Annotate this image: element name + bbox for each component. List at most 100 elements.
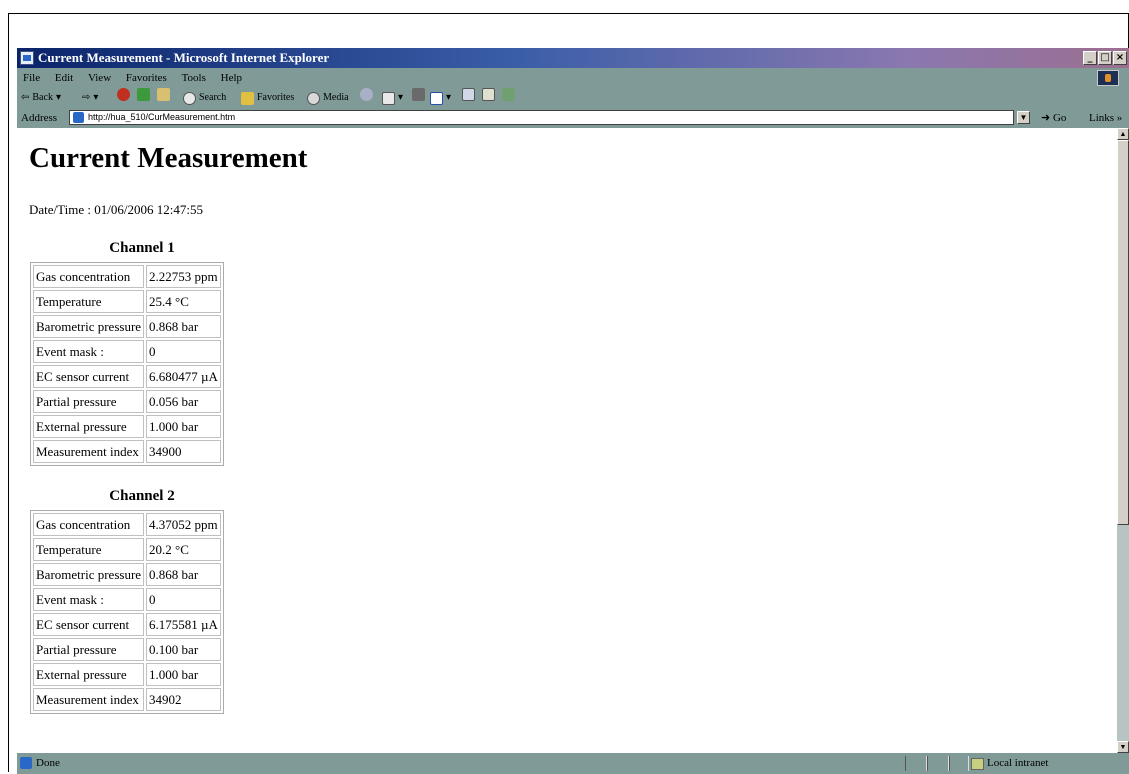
row-value: 0	[146, 588, 221, 611]
table-row: Event mask :0	[33, 340, 221, 363]
row-value: 1.000 bar	[146, 663, 221, 686]
row-value: 4.37052 ppm	[146, 513, 221, 536]
refresh-icon	[137, 88, 150, 101]
menu-help[interactable]: Help	[221, 72, 242, 84]
window-controls: _ □ ×	[1083, 51, 1127, 65]
table-row: Partial pressure 0.056 bar	[33, 390, 221, 413]
row-value: 20.2 °C	[146, 538, 221, 561]
media-button[interactable]: Media	[307, 88, 349, 108]
row-value: 25.4 °C	[146, 290, 221, 313]
row-label: Barometric pressure	[33, 315, 145, 338]
print-icon	[412, 88, 425, 101]
favorites-button[interactable]: Favorites	[241, 88, 294, 108]
stop-button[interactable]	[117, 88, 130, 101]
media-label: Media	[323, 92, 349, 103]
refresh-button[interactable]	[137, 88, 150, 101]
row-value: 34900	[146, 440, 221, 463]
channel-2-title: Channel 2	[109, 488, 175, 504]
home-icon	[157, 88, 170, 101]
discuss-icon	[462, 88, 475, 101]
messenger-icon	[502, 88, 515, 101]
edit-button[interactable]: ▾	[430, 88, 451, 108]
table-row: Event mask :0	[33, 588, 221, 611]
address-bar: Address http://hua_510/CurMeasurement.ht…	[17, 108, 1129, 128]
scroll-thumb[interactable]	[1117, 140, 1129, 525]
menu-edit[interactable]: Edit	[55, 72, 73, 84]
messenger-button[interactable]	[502, 88, 515, 101]
status-bar: Done Local intranet	[17, 753, 1129, 774]
row-value: 34902	[146, 688, 221, 711]
row-label: External pressure	[33, 415, 145, 438]
research-icon	[482, 88, 495, 101]
row-label: Partial pressure	[33, 390, 145, 413]
go-arrow-icon: ➜	[1041, 112, 1051, 124]
search-label: Search	[199, 92, 227, 103]
windows-logo-icon	[1097, 70, 1119, 86]
page-content: Current Measurement Date/Time : 01/06/20…	[17, 128, 1117, 753]
minimize-button[interactable]: _	[1083, 51, 1097, 65]
table-row: Barometric pressure 0.868 bar	[33, 315, 221, 338]
vertical-scrollbar[interactable]: ▲ ▼	[1117, 128, 1129, 753]
stop-icon	[117, 88, 130, 101]
forward-button[interactable]: ⇨ ▾	[82, 88, 98, 108]
go-label: Go	[1052, 112, 1067, 124]
row-value: 1.000 bar	[146, 415, 221, 438]
history-icon	[360, 88, 373, 101]
mail-dropdown-icon: ▾	[398, 92, 404, 103]
history-button[interactable]	[360, 88, 373, 101]
forward-dropdown-icon: ▾	[93, 92, 99, 103]
intranet-icon	[971, 757, 984, 770]
address-label: Address	[21, 112, 58, 124]
row-label: Measurement index	[33, 440, 145, 463]
row-label: Measurement index	[33, 688, 145, 711]
title-bar[interactable]: Current Measurement - Microsoft Internet…	[17, 48, 1129, 68]
row-value: 0	[146, 340, 221, 363]
status-pane	[905, 756, 927, 771]
window-title: Current Measurement - Microsoft Internet…	[38, 50, 330, 65]
maximize-button[interactable]: □	[1098, 51, 1112, 65]
discuss-button[interactable]	[462, 88, 475, 101]
row-label: Gas concentration	[33, 513, 145, 536]
table-row: Partial pressure 0.100 bar	[33, 638, 221, 661]
search-button[interactable]: Search	[183, 88, 226, 108]
mail-button[interactable]: ▾	[382, 88, 403, 108]
table-row: Measurement index 34902	[33, 688, 221, 711]
menu-view[interactable]: View	[88, 72, 111, 84]
menu-file[interactable]: File	[23, 72, 40, 84]
status-pane	[927, 756, 949, 771]
zone-label: Local intranet	[987, 757, 1049, 769]
edit-dropdown-icon: ▾	[446, 92, 452, 103]
menu-favorites[interactable]: Favorites	[126, 72, 167, 84]
links-button[interactable]: Links »	[1089, 108, 1122, 128]
table-row: Measurement index 34900	[33, 440, 221, 463]
row-label: EC sensor current	[33, 613, 145, 636]
research-button[interactable]	[482, 88, 495, 101]
mail-icon	[382, 91, 395, 105]
status-pane	[949, 756, 969, 771]
row-label: Partial pressure	[33, 638, 145, 661]
print-button[interactable]	[412, 88, 425, 101]
menu-bar: File Edit View Favorites Tools Help	[17, 68, 1129, 88]
home-button[interactable]	[157, 88, 170, 101]
channel-1-title: Channel 1	[109, 240, 175, 256]
favorites-label: Favorites	[257, 92, 295, 103]
status-text: Done	[36, 757, 60, 769]
media-icon	[307, 91, 320, 105]
address-dropdown-icon[interactable]: ▼	[1017, 111, 1030, 124]
row-label: EC sensor current	[33, 365, 145, 388]
address-input[interactable]: http://hua_510/CurMeasurement.htm	[69, 110, 1014, 125]
row-value: 0.868 bar	[146, 315, 221, 338]
scroll-up-icon[interactable]: ▲	[1117, 128, 1129, 140]
page-icon	[73, 112, 84, 124]
scroll-down-icon[interactable]: ▼	[1117, 741, 1129, 753]
back-button[interactable]: ⇦ Back ▾	[21, 88, 61, 108]
table-row: External pressure 1.000 bar	[33, 663, 221, 686]
row-value: 2.22753 ppm	[146, 265, 221, 288]
row-label: Event mask :	[33, 588, 145, 611]
close-button[interactable]: ×	[1113, 51, 1127, 65]
row-value: 0.868 bar	[146, 563, 221, 586]
security-zone: Local intranet	[971, 753, 1048, 774]
back-dropdown-icon: ▾	[55, 92, 61, 103]
menu-tools[interactable]: Tools	[182, 72, 206, 84]
go-button[interactable]: ➜ Go	[1041, 108, 1066, 128]
